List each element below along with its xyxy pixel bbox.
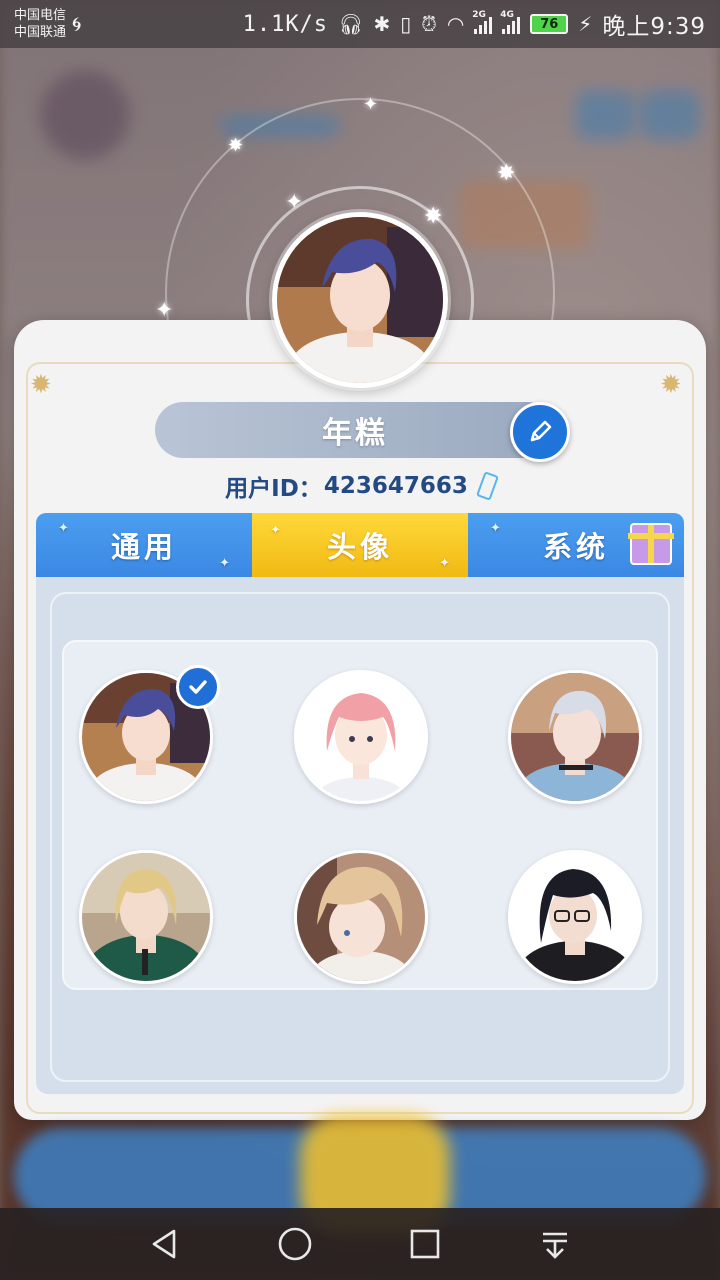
vibrate-icon: ▯ [400, 12, 412, 36]
system-nav-bar [0, 1208, 720, 1280]
avatar-option-5[interactable] [294, 850, 428, 984]
carrier-1: 中国电信 [14, 8, 67, 23]
tab-avatar[interactable]: 头像 ✦ ✦ [252, 513, 468, 577]
net-speed: 1.1K/s [242, 11, 329, 37]
recents-button[interactable] [395, 1214, 455, 1274]
headphones-icon: 🎧︎ [338, 12, 364, 36]
menu-down-icon [543, 1232, 567, 1259]
tab-general[interactable]: 通用 ✦ ✦ [36, 513, 252, 577]
sparkle-icon: ✦ [155, 298, 174, 323]
user-id-label: 用户ID： [225, 476, 322, 502]
notification-pulldown-button[interactable] [525, 1214, 585, 1274]
recents-icon [410, 1229, 440, 1259]
battery-icon: 76 [530, 14, 569, 34]
corner-star-icon: ✹ [30, 370, 52, 400]
sparkle-icon: ✦ [363, 94, 379, 115]
home-button[interactable] [265, 1214, 325, 1274]
check-icon [189, 680, 207, 694]
back-icon [152, 1229, 176, 1259]
tab-system-label: 系统 [542, 530, 609, 564]
alarm-icon: ⏰︎ [421, 12, 437, 36]
corner-star-icon: ✹ [660, 370, 682, 400]
avatar-option-2[interactable] [294, 670, 428, 804]
phone-icon[interactable] [475, 471, 499, 501]
clock: 晚上9:39 [602, 14, 706, 40]
tab-system[interactable]: 系统 ✦ [468, 513, 684, 577]
sparkle-icon: ✸ [228, 135, 244, 156]
signal-2g-icon: 2G [472, 10, 493, 34]
sparkle-icon: ✸ [424, 204, 443, 229]
pencil-icon [530, 420, 552, 442]
sparkle-icon: ✦ [285, 190, 304, 215]
current-avatar[interactable] [272, 212, 448, 388]
user-id-row: 用户ID： 423647663 [0, 470, 720, 502]
avatar-option-6[interactable] [508, 850, 642, 984]
home-icon [278, 1227, 312, 1261]
avatar-option-4[interactable] [79, 850, 213, 984]
selected-check [176, 665, 220, 709]
wifi-icon: ◠ [446, 12, 465, 36]
carrier-2: 中国联通 [14, 25, 67, 40]
edit-nickname-button[interactable] [510, 402, 570, 462]
sparkle-icon: ✸ [497, 161, 516, 186]
user-id-value: 423647663 [323, 473, 468, 499]
bluetooth-icon: ✱ [373, 12, 391, 36]
tab-avatar-label: 头像 [326, 530, 393, 564]
signal-2g-tag: 2G [472, 10, 486, 20]
gift-icon [628, 523, 674, 565]
status-bar: 中国电信 中国联通 🌀︎ 1.1K/s 🎧︎ ✱ ▯ ⏰︎ ◠ 2G 4G 76… [0, 0, 720, 48]
signal-4g-icon: 4G [500, 10, 521, 34]
signal-4g-tag: 4G [500, 10, 514, 20]
back-button[interactable] [135, 1214, 195, 1274]
tab-bar: 通用 ✦ ✦ 头像 ✦ ✦ 系统 ✦ [36, 513, 684, 577]
avatar-option-3[interactable] [508, 670, 642, 804]
carrier-info: 中国电信 中国联通 [14, 7, 66, 41]
swirl-icon: 🌀︎ [72, 12, 82, 36]
charging-icon: ⚡︎ [578, 12, 593, 36]
nickname-field: 年糕 [155, 402, 555, 458]
tab-general-label: 通用 [110, 530, 177, 564]
